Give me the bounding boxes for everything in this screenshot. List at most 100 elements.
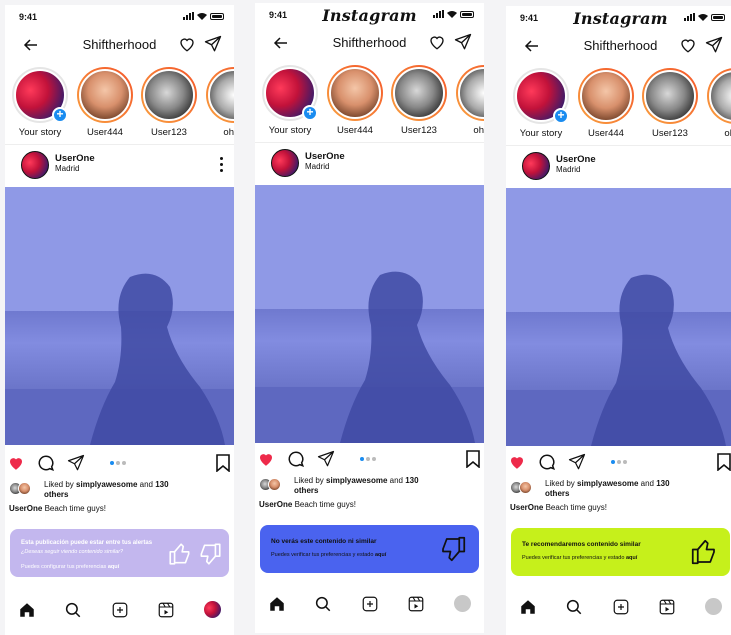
add-story-icon[interactable]: + <box>52 107 68 123</box>
prefs-link[interactable]: aquí <box>626 555 637 561</box>
heart-icon[interactable] <box>178 35 196 53</box>
post-photo[interactable] <box>506 188 731 446</box>
thumbs-up-icon[interactable] <box>689 537 719 567</box>
search-icon[interactable] <box>314 595 332 613</box>
post-photo[interactable] <box>5 187 234 445</box>
heart-filled-icon[interactable] <box>257 450 275 468</box>
heart-filled-icon[interactable] <box>508 453 526 471</box>
add-icon[interactable] <box>361 595 379 613</box>
bookmark-icon[interactable] <box>717 453 731 471</box>
liked-by: Liked by simplyawesome and 130 others <box>510 479 730 501</box>
story-user444[interactable]: User444 <box>74 67 136 138</box>
prefs-link[interactable]: aquí <box>375 552 386 558</box>
avatar[interactable] <box>522 152 550 180</box>
add-icon[interactable] <box>111 601 129 619</box>
home-icon[interactable] <box>18 601 36 619</box>
profile-avatar[interactable] <box>204 601 221 618</box>
banner-title: Esta publicación puede estar entre tus a… <box>21 540 153 546</box>
post-caption: UserOne Beach time guys! <box>259 500 356 509</box>
story-label: User123 <box>401 125 437 136</box>
nav-bar: Shiftherhood <box>5 27 234 61</box>
story-user444[interactable]: User444 <box>324 65 386 136</box>
liked-text: Liked by simplyawesome and 130 others <box>294 476 419 495</box>
system-icons <box>684 13 725 21</box>
nav-bar: Shiftherhood <box>506 28 731 62</box>
story-ohhe[interactable]: ohhe <box>704 68 731 139</box>
add-story-icon[interactable]: + <box>302 105 318 121</box>
story-user123[interactable]: User123 <box>388 65 450 136</box>
post-actions <box>255 448 484 472</box>
banner-title: Te recomendaremos contenido similar <box>522 541 641 548</box>
search-icon[interactable] <box>64 601 82 619</box>
story-label: Your story <box>18 127 62 138</box>
liked-avatars <box>259 478 289 492</box>
heart-filled-icon[interactable] <box>7 454 25 472</box>
more-icon[interactable] <box>220 157 224 175</box>
story-your-story[interactable]: + Your story <box>9 67 71 138</box>
stories-tray: + Your story User444 User123 ohhe <box>255 59 484 143</box>
banner-prefs: Puedes verificar tus preferencias y esta… <box>271 552 387 558</box>
thumbs-down-icon[interactable] <box>438 534 468 564</box>
heart-icon[interactable] <box>679 36 697 54</box>
comment-icon[interactable] <box>287 450 305 468</box>
add-icon[interactable] <box>612 598 630 616</box>
home-icon[interactable] <box>519 598 537 616</box>
story-label: Your story <box>519 128 563 139</box>
prefs-link[interactable]: aquí <box>108 564 119 570</box>
story-label: User444 <box>588 128 624 139</box>
reels-icon[interactable] <box>157 601 175 619</box>
avatar[interactable] <box>271 149 299 177</box>
story-ohhe[interactable]: ohhe <box>203 67 234 138</box>
bookmark-icon[interactable] <box>466 450 480 468</box>
reels-icon[interactable] <box>658 598 676 616</box>
status-time: 9:41 <box>19 12 38 22</box>
post-username[interactable]: UserOne <box>55 153 95 164</box>
profile-avatar[interactable] <box>454 595 471 612</box>
liked-by: Liked by simplyawesome and 130 others <box>259 476 479 498</box>
carousel-dots <box>110 461 126 465</box>
status-bar: 9:41 Instagram <box>506 6 731 28</box>
banner-prefs: Puedes configurar tus preferencias aquí <box>21 564 120 570</box>
story-label: ohhe <box>223 127 234 138</box>
story-your-story[interactable]: + Your story <box>259 65 321 136</box>
send-icon[interactable] <box>317 450 335 468</box>
post-username[interactable]: UserOne <box>556 154 596 165</box>
comment-icon[interactable] <box>538 453 556 471</box>
carousel-dots <box>360 457 376 461</box>
story-ohhe[interactable]: ohhe <box>453 65 484 136</box>
post-username[interactable]: UserOne <box>305 151 345 162</box>
send-icon[interactable] <box>204 35 222 53</box>
send-icon[interactable] <box>67 454 85 472</box>
status-bar: 9:41 <box>5 5 234 27</box>
heart-icon[interactable] <box>428 33 446 51</box>
profile-avatar[interactable] <box>705 598 722 615</box>
add-story-icon[interactable]: + <box>553 108 569 124</box>
battery-icon <box>460 10 474 18</box>
bookmark-icon[interactable] <box>216 454 230 472</box>
send-icon[interactable] <box>454 33 472 51</box>
signal-icon <box>433 10 444 18</box>
post-location: Madrid <box>55 164 80 173</box>
liked-text: Liked by simplyawesome and 130 others <box>545 479 670 498</box>
home-icon[interactable] <box>268 595 286 613</box>
system-icons <box>183 12 224 20</box>
comment-icon[interactable] <box>37 454 55 472</box>
banner-question: ¿Deseas seguir viendo contenido similar? <box>21 549 124 555</box>
stories-tray: + Your story User444 User123 ohhe <box>506 62 731 146</box>
story-user123[interactable]: User123 <box>639 68 701 139</box>
liked-by: Liked by simplyawesome and 130 others <box>9 480 229 502</box>
battery-icon <box>711 13 725 21</box>
carousel-dots <box>611 460 627 464</box>
story-your-story[interactable]: + Your story <box>510 68 572 139</box>
send-icon[interactable] <box>568 453 586 471</box>
story-user444[interactable]: User444 <box>575 68 637 139</box>
search-icon[interactable] <box>565 598 583 616</box>
post-photo[interactable] <box>255 185 484 443</box>
story-user123[interactable]: User123 <box>138 67 200 138</box>
avatar[interactable] <box>21 151 49 179</box>
send-icon[interactable] <box>705 36 723 54</box>
thumbs-down-icon[interactable] <box>197 541 223 567</box>
thumbs-up-icon[interactable] <box>167 541 193 567</box>
tab-bar <box>506 592 731 622</box>
reels-icon[interactable] <box>407 595 425 613</box>
